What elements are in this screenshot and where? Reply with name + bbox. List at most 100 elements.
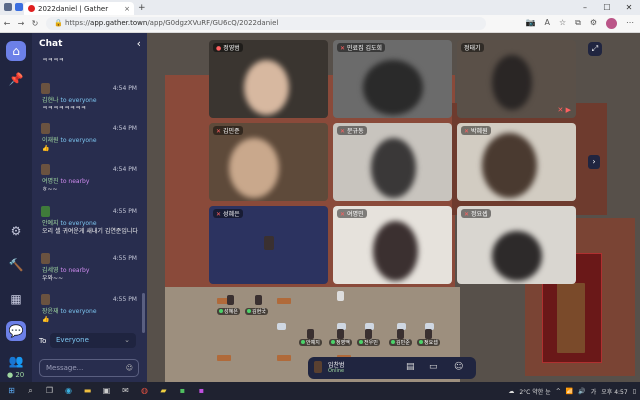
weather-icon[interactable]: ☁: [508, 388, 514, 395]
camera-off-icon[interactable]: ✕ ▶: [558, 106, 571, 114]
video-tile[interactable]: ✕ 박혜원: [457, 123, 576, 201]
profile-avatar[interactable]: [606, 18, 617, 29]
mic-muted-icon: ✕: [340, 45, 346, 52]
message-input[interactable]: Message... ☺: [39, 359, 139, 377]
browser-toolbar: 📷 A ☆ ⧉ ⚙ ⋯: [525, 18, 634, 29]
tray-arrow-icon[interactable]: ^: [556, 388, 561, 395]
avatar-sprite[interactable]: [255, 295, 262, 305]
screen-share-icon[interactable]: ▭: [429, 362, 438, 372]
gather-favicon-icon: [28, 5, 35, 12]
app-icon[interactable]: ▪: [194, 385, 209, 397]
sender-name[interactable]: 안예지: [42, 220, 59, 227]
task-view-icon[interactable]: ❐: [42, 385, 57, 397]
camera-permission-icon[interactable]: 📷: [525, 18, 535, 29]
player-nametag: 성혜은: [217, 308, 240, 315]
message-body: ㅋㅋㅋㅋ: [42, 57, 65, 64]
message-time: 4:54 PM: [112, 166, 137, 173]
avatar-sprite[interactable]: [425, 329, 432, 339]
sender-avatar: [41, 206, 50, 217]
collapse-chat-icon[interactable]: ‹: [137, 37, 141, 50]
message-body: 우와~~: [42, 275, 64, 282]
video-tile[interactable]: ● 정영범: [209, 40, 328, 118]
notes-icon[interactable]: ▰: [156, 385, 171, 397]
message-header: 이재원 to everyone: [42, 137, 97, 145]
new-tab-icon[interactable]: +: [138, 3, 146, 13]
map-icon[interactable]: ▤: [406, 362, 415, 372]
video-tile[interactable]: ✕ 문규동: [333, 123, 452, 201]
url-field[interactable]: 🔒 https://app.gather.town/app/G0dgzXVuRF…: [46, 17, 486, 30]
maximize-icon[interactable]: ☐: [596, 0, 618, 15]
chat-bubble-icon[interactable]: 💬: [6, 321, 26, 341]
build-hammer-icon[interactable]: 🔨: [6, 255, 26, 275]
self-avatar[interactable]: [314, 361, 322, 373]
close-tab-icon[interactable]: ×: [124, 5, 130, 13]
sender-name[interactable]: 장윤재: [42, 308, 59, 315]
edge-browser-icon[interactable]: ◉: [61, 385, 76, 397]
tab-list-icon[interactable]: [15, 3, 23, 11]
chat-scrollbar[interactable]: [142, 293, 145, 333]
extensions-icon[interactable]: ⚙: [590, 18, 597, 29]
address-bar: ← → ↻ 🔒 https://app.gather.town/app/G0dg…: [0, 15, 640, 33]
emote-icon[interactable]: ☺: [454, 362, 463, 372]
player-nametag: 안예지: [299, 339, 322, 346]
recipient: to everyone: [60, 308, 97, 315]
avatar-sprite[interactable]: [307, 329, 314, 339]
close-window-icon[interactable]: ✕: [618, 0, 640, 15]
calendar-icon[interactable]: ▦: [6, 289, 26, 309]
file-explorer-icon[interactable]: ▬: [80, 385, 95, 397]
mic-icon: ●: [216, 45, 222, 52]
volume-icon[interactable]: 🔊: [578, 388, 585, 395]
sender-name[interactable]: 이재원: [42, 137, 59, 144]
emoji-icon[interactable]: ☺: [126, 360, 133, 376]
sender-name[interactable]: 김현나: [42, 97, 59, 104]
weather-text[interactable]: 2°C 약한 눈: [519, 387, 550, 396]
mail-icon[interactable]: ✉: [118, 385, 133, 397]
browser-tab[interactable]: 2022daniel | Gather ×: [24, 2, 134, 15]
video-feed: [373, 221, 418, 281]
workspace-icon[interactable]: [4, 3, 12, 11]
video-tile[interactable]: ✕ 김민준: [209, 123, 328, 201]
read-aloud-icon[interactable]: A: [544, 18, 549, 29]
video-tile[interactable]: ✕ 정요셉: [457, 206, 576, 284]
expand-videos-icon[interactable]: ⤢: [588, 42, 602, 56]
chrome-icon[interactable]: ◍: [137, 385, 152, 397]
video-name: ✕ 정요셉: [461, 209, 491, 218]
video-tile[interactable]: ✕ 민료집 김도희: [333, 40, 452, 118]
clock[interactable]: 오후 4:57: [601, 387, 627, 396]
avatar-sprite[interactable]: [337, 329, 344, 339]
reload-icon[interactable]: ↻: [28, 19, 42, 28]
home-icon[interactable]: ⌂: [6, 41, 26, 61]
avatar-sprite[interactable]: [227, 295, 234, 305]
video-feed: [244, 60, 289, 115]
recipient-select[interactable]: Everyone ⌄: [50, 333, 136, 348]
settings-gear-icon[interactable]: ⚙: [6, 221, 26, 241]
network-icon[interactable]: 📶: [566, 388, 573, 395]
store-icon[interactable]: ▣: [99, 385, 114, 397]
back-icon[interactable]: ←: [0, 19, 14, 28]
self-status[interactable]: Online: [328, 368, 344, 374]
forward-icon[interactable]: →: [14, 19, 28, 28]
game-map[interactable]: ● 정영범 ✕ 민료집 김도희 정태기 ✕ ▶ ✕ 김민준 ✕ 문규동 ✕ 박혜원 ✕ 성혜…: [147, 33, 640, 382]
video-tile[interactable]: ✕ 성혜은: [209, 206, 328, 284]
video-tile[interactable]: ✕ 여명민: [333, 206, 452, 284]
windows-start-icon[interactable]: ⊞: [4, 385, 19, 397]
favorite-star-icon[interactable]: ☆: [559, 18, 566, 29]
minimize-icon[interactable]: –: [574, 0, 596, 15]
notification-icon[interactable]: ▯: [633, 388, 636, 395]
next-videos-icon[interactable]: ›: [588, 155, 600, 169]
participants-icon[interactable]: 👥: [6, 351, 26, 371]
more-menu-icon[interactable]: ⋯: [626, 18, 634, 29]
collections-icon[interactable]: ⧉: [575, 18, 581, 29]
ghost-avatar-sprite[interactable]: [337, 291, 344, 301]
sender-name[interactable]: 여명진: [42, 178, 59, 185]
avatar-sprite[interactable]: [397, 329, 404, 339]
avatar-sprite[interactable]: [365, 329, 372, 339]
sender-name[interactable]: 김세영: [42, 267, 59, 274]
message-header: 김세영 to nearby: [42, 267, 89, 275]
ime-indicator[interactable]: 가: [591, 387, 597, 396]
app-icon[interactable]: ▪: [175, 385, 190, 397]
pin-icon[interactable]: 📌: [6, 69, 26, 89]
video-tile[interactable]: 정태기 ✕ ▶: [457, 40, 576, 118]
online-dot: [331, 340, 335, 344]
search-icon[interactable]: ⌕: [23, 385, 38, 397]
